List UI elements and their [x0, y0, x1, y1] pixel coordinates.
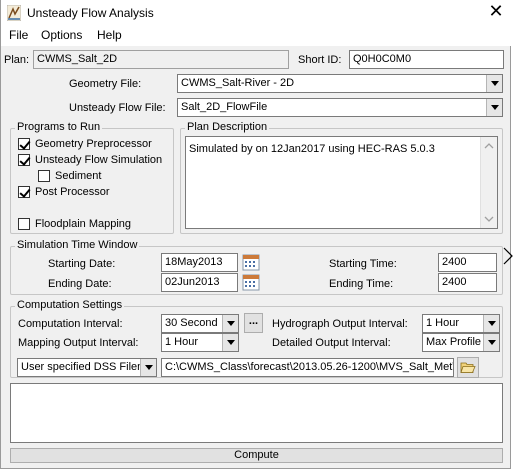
detailed-interval-select[interactable]: Max Profile	[422, 333, 500, 352]
menu-file[interactable]: File	[7, 28, 30, 42]
chevron-up-icon[interactable]	[484, 143, 494, 149]
starting-time-label: Starting Time:	[329, 258, 397, 270]
plan-description-text: Simulated by on 12Jan2017 using HEC-RAS …	[189, 143, 435, 155]
open-folder-button[interactable]	[457, 357, 479, 378]
detailed-interval-value: Max Profile	[426, 336, 482, 348]
title-bar: Unsteady Flow Analysis ✕	[1, 0, 512, 26]
unsteady-label: Unsteady Flow File:	[69, 102, 166, 114]
computation-interval-select[interactable]: 30 Second	[161, 314, 239, 333]
geometry-value: CWMS_Salt-River - 2D	[181, 77, 295, 89]
chevron-down-icon[interactable]	[486, 75, 502, 92]
unsteady-select[interactable]: Salt_2D_FlowFile	[177, 98, 503, 117]
unsteady-simulation-checkbox[interactable]	[18, 154, 30, 166]
dss-option-select[interactable]: User specified DSS Filena	[17, 358, 157, 377]
hydrograph-interval-select[interactable]: 1 Hour	[422, 314, 500, 333]
ending-time-label: Ending Time:	[329, 278, 394, 290]
app-icon	[7, 5, 21, 21]
sediment-checkbox[interactable]	[38, 170, 50, 182]
plan-description-title: Plan Description	[185, 121, 270, 133]
unsteady-simulation-label: Unsteady Flow Simulation	[35, 154, 163, 166]
mapping-interval-value: 1 Hour	[165, 336, 199, 348]
chevron-down-icon[interactable]	[483, 315, 499, 332]
geometry-select[interactable]: CWMS_Salt-River - 2D	[177, 74, 503, 93]
resize-cursor-icon	[503, 247, 513, 265]
interval-options-button[interactable]: ...	[244, 313, 263, 333]
programs-title: Programs to Run	[15, 121, 103, 133]
window-title: Unsteady Flow Analysis	[27, 6, 154, 20]
menu-help[interactable]: Help	[95, 28, 124, 42]
hydrograph-interval-value: 1 Hour	[426, 317, 460, 329]
chevron-down-icon[interactable]	[484, 216, 494, 222]
starting-date-label: Starting Date:	[48, 258, 116, 270]
short-id-label: Short ID:	[298, 54, 342, 66]
hydrograph-interval-label: Hydrograph Output Interval:	[272, 318, 408, 330]
plan-field[interactable]: CWMS_Salt_2D	[33, 50, 289, 69]
close-icon[interactable]: ✕	[479, 1, 513, 25]
geometry-preprocessor-label: Geometry Preprocessor	[35, 138, 152, 150]
post-processor-checkbox[interactable]	[18, 186, 30, 198]
mapping-interval-label: Mapping Output Interval:	[18, 337, 139, 349]
ending-date-field[interactable]: 02Jun2013	[161, 273, 238, 292]
vertical-scrollbar[interactable]	[480, 137, 497, 228]
ending-date-label: Ending Date:	[48, 278, 112, 290]
computation-interval-label: Computation Interval:	[18, 318, 123, 330]
chevron-down-icon[interactable]	[222, 315, 238, 332]
simulation-time-title: Simulation Time Window	[15, 239, 140, 251]
message-area	[10, 383, 503, 443]
computation-interval-value: 30 Second	[165, 317, 218, 329]
unsteady-value: Salt_2D_FlowFile	[181, 101, 268, 113]
chevron-down-icon[interactable]	[486, 99, 502, 116]
dss-path-field[interactable]: C:\CWMS_Class\forecast\2013.05.26-1200\M…	[161, 358, 454, 377]
calendar-icon[interactable]	[242, 273, 260, 291]
chevron-down-icon[interactable]	[222, 334, 238, 351]
menu-bar: File Options Help	[1, 26, 512, 46]
detailed-interval-label: Detailed Output Interval:	[272, 337, 391, 349]
chevron-down-icon[interactable]	[483, 334, 499, 351]
folder-open-icon	[460, 362, 476, 373]
compute-button[interactable]: Compute	[10, 448, 503, 463]
plan-label: Plan:	[4, 54, 30, 66]
geometry-label: Geometry File:	[69, 78, 142, 90]
chevron-down-icon[interactable]	[140, 359, 156, 376]
starting-date-field[interactable]: 18May2013	[161, 253, 238, 272]
plan-description-textarea[interactable]: Simulated by on 12Jan2017 using HEC-RAS …	[185, 136, 498, 229]
floodplain-mapping-checkbox[interactable]	[18, 218, 30, 230]
starting-time-field[interactable]: 2400	[438, 253, 497, 272]
floodplain-mapping-label: Floodplain Mapping	[35, 218, 132, 230]
mapping-interval-select[interactable]: 1 Hour	[161, 333, 239, 352]
post-processor-label: Post Processor	[35, 186, 110, 198]
calendar-icon[interactable]	[242, 253, 260, 271]
sediment-label: Sediment	[55, 170, 102, 182]
computation-settings-title: Computation Settings	[15, 299, 125, 311]
geometry-preprocessor-checkbox[interactable]	[18, 138, 30, 150]
ending-time-field[interactable]: 2400	[438, 273, 497, 292]
unsteady-flow-window: Unsteady Flow Analysis ✕ File Options He…	[0, 0, 512, 469]
dss-option-value: User specified DSS Filena	[21, 361, 150, 373]
short-id-field[interactable]: Q0H0C0M0	[349, 50, 504, 69]
menu-options[interactable]: Options	[39, 28, 84, 42]
